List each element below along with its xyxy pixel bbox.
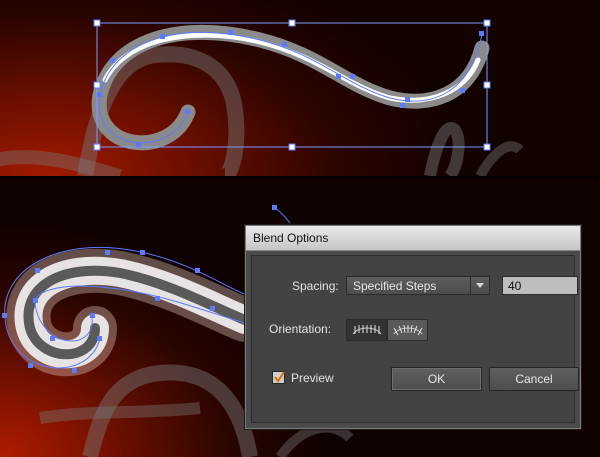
background-letter-stroke [275,422,354,457]
checkmark-icon [274,371,285,383]
preview-label: Preview [291,371,334,385]
canvas-top-panel [0,0,600,176]
background-letter-stroke [0,150,122,176]
steps-input-value: 40 [508,279,522,293]
dialog-title: Blend Options [253,231,329,245]
selection-path-tail [274,207,291,224]
select-arrow-box [470,277,489,294]
spacing-label: Spacing: [292,279,339,293]
orientation-align-to-path-button[interactable] [387,319,428,341]
preview-checkbox[interactable] [272,371,285,384]
ok-button[interactable]: OK [391,367,482,391]
background-letter-stroke [39,402,201,424]
orientation-align-to-page-button[interactable] [346,319,387,341]
dialog-body: Spacing: Specified Steps 40 Orientation: [251,255,579,423]
spacing-select-value: Specified Steps [353,279,437,293]
dialog-titlebar[interactable]: Blend Options [246,226,580,251]
steps-input[interactable]: 40 [502,276,578,295]
align-to-path-icon [393,324,423,336]
blend-options-dialog: Blend Options Spacing: Specified Steps 4… [244,224,582,430]
align-to-page-icon [352,325,382,335]
background-letter-stroke [475,141,524,176]
spacing-select[interactable]: Specified Steps [346,276,490,295]
cancel-button[interactable]: Cancel [489,367,579,391]
orientation-label: Orientation: [269,322,332,336]
background-letter-stroke [424,122,465,176]
chevron-down-icon [476,283,484,288]
